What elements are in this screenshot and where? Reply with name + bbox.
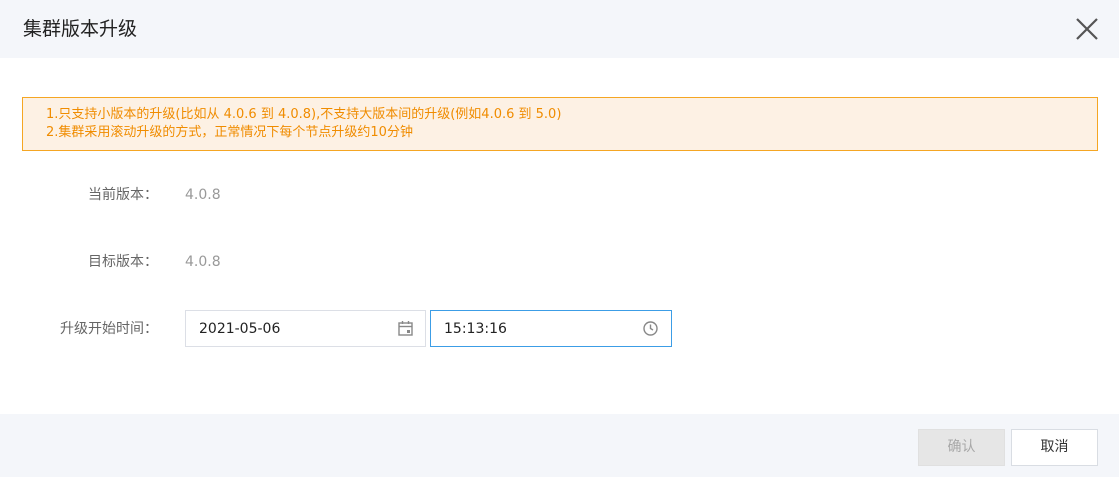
current-version-value: 4.0.8 bbox=[185, 187, 221, 203]
clock-icon[interactable] bbox=[642, 320, 659, 337]
cancel-button[interactable]: 取消 bbox=[1011, 429, 1098, 466]
current-version-label: 当前版本： bbox=[88, 187, 158, 203]
notice-line-1: 1.只支持小版本的升级(比如从 4.0.6 到 4.0.8),不支持大版本间的升… bbox=[46, 107, 562, 122]
notice-line-2: 2.集群采用滚动升级的方式，正常情况下每个节点升级约10分钟 bbox=[46, 125, 413, 140]
target-version-value: 4.0.8 bbox=[185, 254, 221, 270]
target-version-label: 目标版本： bbox=[88, 254, 158, 270]
dialog-footer: 确认 取消 bbox=[0, 414, 1119, 477]
dialog-header: 集群版本升级 bbox=[0, 0, 1119, 58]
start-time-label: 升级开始时间： bbox=[60, 321, 158, 337]
upgrade-notice: 1.只支持小版本的升级(比如从 4.0.6 到 4.0.8),不支持大版本间的升… bbox=[22, 97, 1098, 151]
date-input[interactable] bbox=[199, 319, 379, 339]
dialog-title: 集群版本升级 bbox=[23, 18, 138, 40]
close-icon[interactable] bbox=[1075, 17, 1099, 41]
date-picker[interactable] bbox=[185, 310, 426, 347]
confirm-button[interactable]: 确认 bbox=[918, 429, 1005, 466]
upgrade-dialog: 集群版本升级 1.只支持小版本的升级(比如从 4.0.6 到 4.0.8),不支… bbox=[0, 0, 1119, 477]
calendar-icon[interactable] bbox=[397, 320, 414, 337]
time-picker[interactable] bbox=[430, 310, 672, 347]
time-input[interactable] bbox=[444, 319, 624, 339]
